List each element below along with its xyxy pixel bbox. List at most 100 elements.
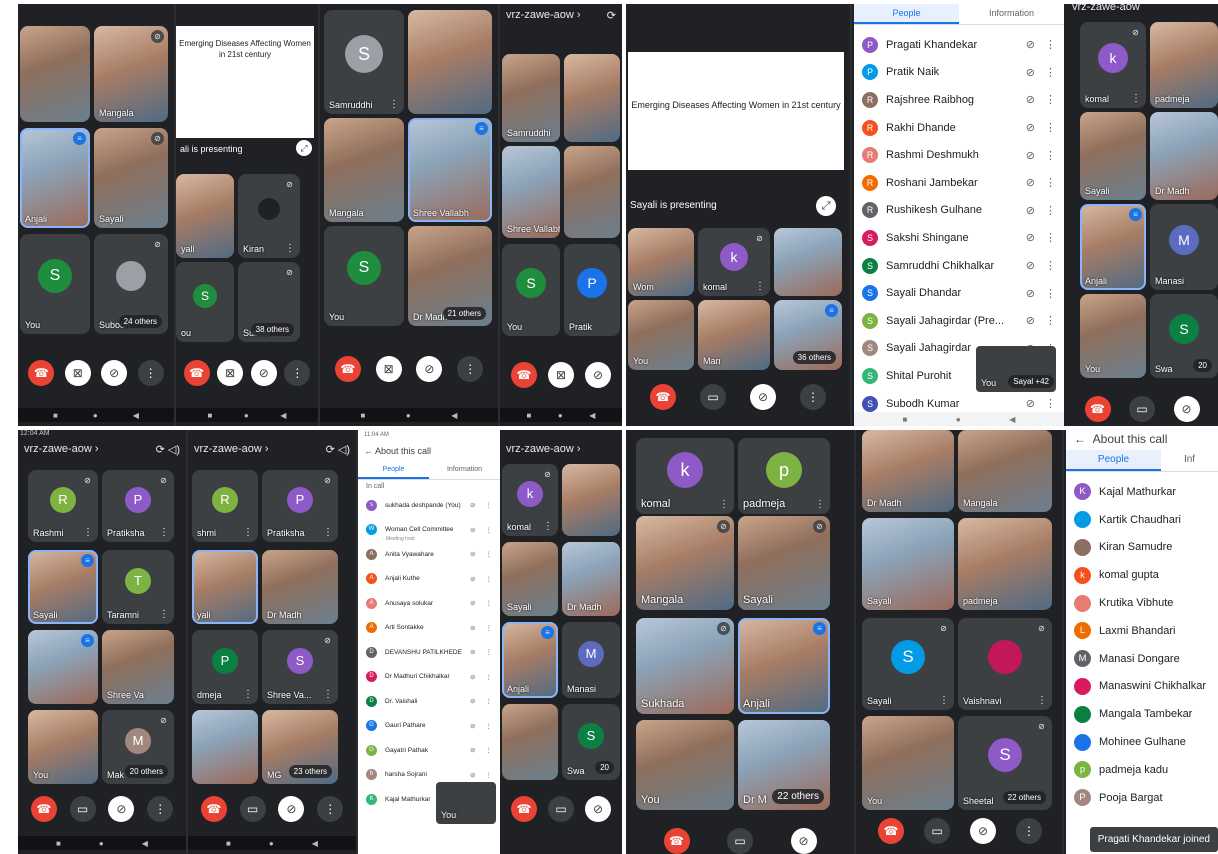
more-icon[interactable]: ⋮ [719,500,729,510]
end-call-button[interactable]: ☎ [1084,396,1111,422]
tab-people[interactable]: People [1066,450,1161,471]
participant-tile[interactable]: Dr Madh [862,430,954,512]
more-icon[interactable]: ⋮ [159,528,169,538]
recents-icon[interactable]: ■ [226,839,231,848]
others-count[interactable]: Sayal +42 [1008,375,1054,388]
participant-tile[interactable]: You [1080,294,1146,378]
participant-tile[interactable] [20,26,90,122]
more-options-icon[interactable]: ⋮ [486,673,493,681]
participant-tile[interactable]: Shree Va [102,630,174,704]
participant-tile[interactable]: Wom [628,228,694,296]
participant-tile[interactable]: padmeja [958,518,1052,610]
participant-tile[interactable]: S Samruddhi ⋮ [324,10,404,114]
participant-tile[interactable]: ⊘Subod38 others [238,262,300,342]
participant-row[interactable]: A Anjali Kuthe ⊘ ⋮ [358,567,500,592]
end-call-button[interactable]: ☎ [878,818,904,844]
more-options-icon[interactable]: ⋮ [1045,38,1056,51]
participant-row[interactable]: D Dr. Vaishali ⊘ ⋮ [358,689,500,714]
participant-tile[interactable]: ≡ Shree Vallabh [408,118,492,222]
participant-tile[interactable]: Man [698,300,770,370]
participant-row[interactable]: D DEVANSHU PATILKHEDE ⊘ ⋮ [358,640,500,665]
participant-row[interactable]: G Gayatri Pathak ⊘ ⋮ [358,738,500,763]
participant-tile[interactable]: ⊘ k komal ⋮ [698,228,770,296]
more-options-icon[interactable]: ⋮ [486,599,493,607]
participant-tile[interactable]: ≡ Anjali [1080,204,1146,290]
participant-tile[interactable] [562,464,620,536]
participant-tile[interactable]: p padmeja ⋮ [738,438,830,514]
participant-tile[interactable]: ⊘ k komal ⋮ [1080,22,1146,108]
participant-tile[interactable]: ⊘ k komal ⋮ [502,464,558,536]
home-icon[interactable]: ● [406,411,411,420]
more-icon[interactable]: ⋮ [755,282,765,292]
end-call-button[interactable]: ☎ [511,796,537,822]
mic-off-button[interactable]: ⊘ [970,818,996,844]
participant-tile[interactable]: Sayali [502,542,558,616]
meeting-code[interactable]: vrz-zawe-aow › [506,443,581,455]
participant-row[interactable]: S Sakshi Shingane ⊘ ⋮ [854,224,1064,252]
back-arrow-icon[interactable]: ← [364,446,373,456]
participant-tile[interactable]: ⊘ Mangala [636,516,734,610]
participant-row[interactable]: S Sayali Dhandar ⊘ ⋮ [854,279,1064,307]
participant-row[interactable]: K Kajal Mathurkar [1066,478,1218,506]
recents-icon[interactable]: ■ [53,411,58,420]
more-options-button[interactable]: ⋮ [137,360,164,386]
mic-off-button[interactable]: ⊘ [1173,396,1200,422]
back-icon[interactable]: ◀ [133,411,139,420]
participant-tile[interactable]: Dr Madh [1150,112,1218,200]
participant-tile[interactable]: yali [192,550,258,624]
meeting-code[interactable]: vrz-zawe-aow [1072,4,1140,13]
participant-tile[interactable]: yali [176,174,234,258]
self-view-pip[interactable]: You [436,782,496,824]
mic-off-button[interactable]: ⊘ [750,384,776,410]
home-icon[interactable]: ● [93,411,98,420]
more-options-icon[interactable]: ⋮ [486,722,493,730]
meeting-code[interactable]: vrz-zawe-aow › [506,9,581,21]
participant-tile[interactable]: Dr Madh [562,542,620,616]
participant-row[interactable]: R Rakhi Dhande ⊘ ⋮ [854,114,1064,142]
fullscreen-icon[interactable]: ⤢ [296,140,312,156]
more-options-icon[interactable]: ⋮ [1045,231,1056,244]
more-options-icon[interactable]: ⋮ [486,526,493,534]
camera-button[interactable]: ▭ [548,796,574,822]
camera-off-button[interactable]: ⊠ [217,360,244,386]
home-icon[interactable]: ● [269,839,274,848]
more-icon[interactable]: ⋮ [243,690,253,700]
participant-tile[interactable]: padmeja [1150,22,1218,108]
participant-row[interactable]: Kartik Chaudhari [1066,506,1218,534]
more-options-icon[interactable]: ⋮ [486,550,493,558]
more-options-button[interactable]: ⋮ [317,796,344,822]
participant-tile[interactable]: S Swa 20 [562,704,620,780]
participant-tile[interactable]: Rshmi ⋮ [192,470,258,542]
mic-off-button[interactable]: ⊘ [101,360,128,386]
more-icon[interactable]: ⋮ [323,528,333,538]
participant-tile[interactable]: You [28,710,98,784]
more-options-icon[interactable]: ⋮ [486,746,493,754]
camera-button[interactable]: ▭ [924,818,950,844]
others-count[interactable]: 20 [1193,359,1212,372]
camera-button[interactable]: ▭ [69,796,96,822]
participant-row[interactable]: Mangala Tambekar [1066,700,1218,728]
meeting-code[interactable]: vrz-zawe-aow › [24,443,99,455]
others-count[interactable]: 38 others [250,323,294,336]
recents-icon[interactable]: ■ [903,415,908,424]
more-options-button[interactable]: ⋮ [457,356,484,382]
mic-off-button[interactable]: ⊘ [416,356,443,382]
back-icon[interactable]: ◀ [589,411,595,420]
camera-off-button[interactable]: ⊠ [64,360,91,386]
mic-off-button[interactable]: ⊘ [585,362,611,388]
back-icon[interactable]: ◀ [280,411,286,420]
home-icon[interactable]: ● [956,415,961,424]
participant-tile[interactable]: ⊘ Subodh 24 others [94,234,168,334]
participant-tile[interactable]: Sou [176,262,234,342]
participant-tile[interactable]: ⊘ S Shree Va... ⋮ [262,630,338,704]
participant-tile[interactable]: Pdmeja ⋮ [192,630,258,704]
others-count[interactable]: 22 others [1002,791,1046,804]
participant-tile[interactable]: Mangala [958,430,1052,512]
participant-row[interactable]: k komal gupta [1066,561,1218,589]
participant-tile[interactable]: S You [20,234,90,334]
participant-tile[interactable]: S You [324,226,404,326]
participant-tile[interactable]: You [862,716,954,810]
participant-row[interactable]: D Dr Madhuri Chikhalkar ⊘ ⋮ [358,665,500,690]
more-icon[interactable]: ⋮ [1037,696,1047,706]
more-icon[interactable]: ⋮ [243,528,253,538]
